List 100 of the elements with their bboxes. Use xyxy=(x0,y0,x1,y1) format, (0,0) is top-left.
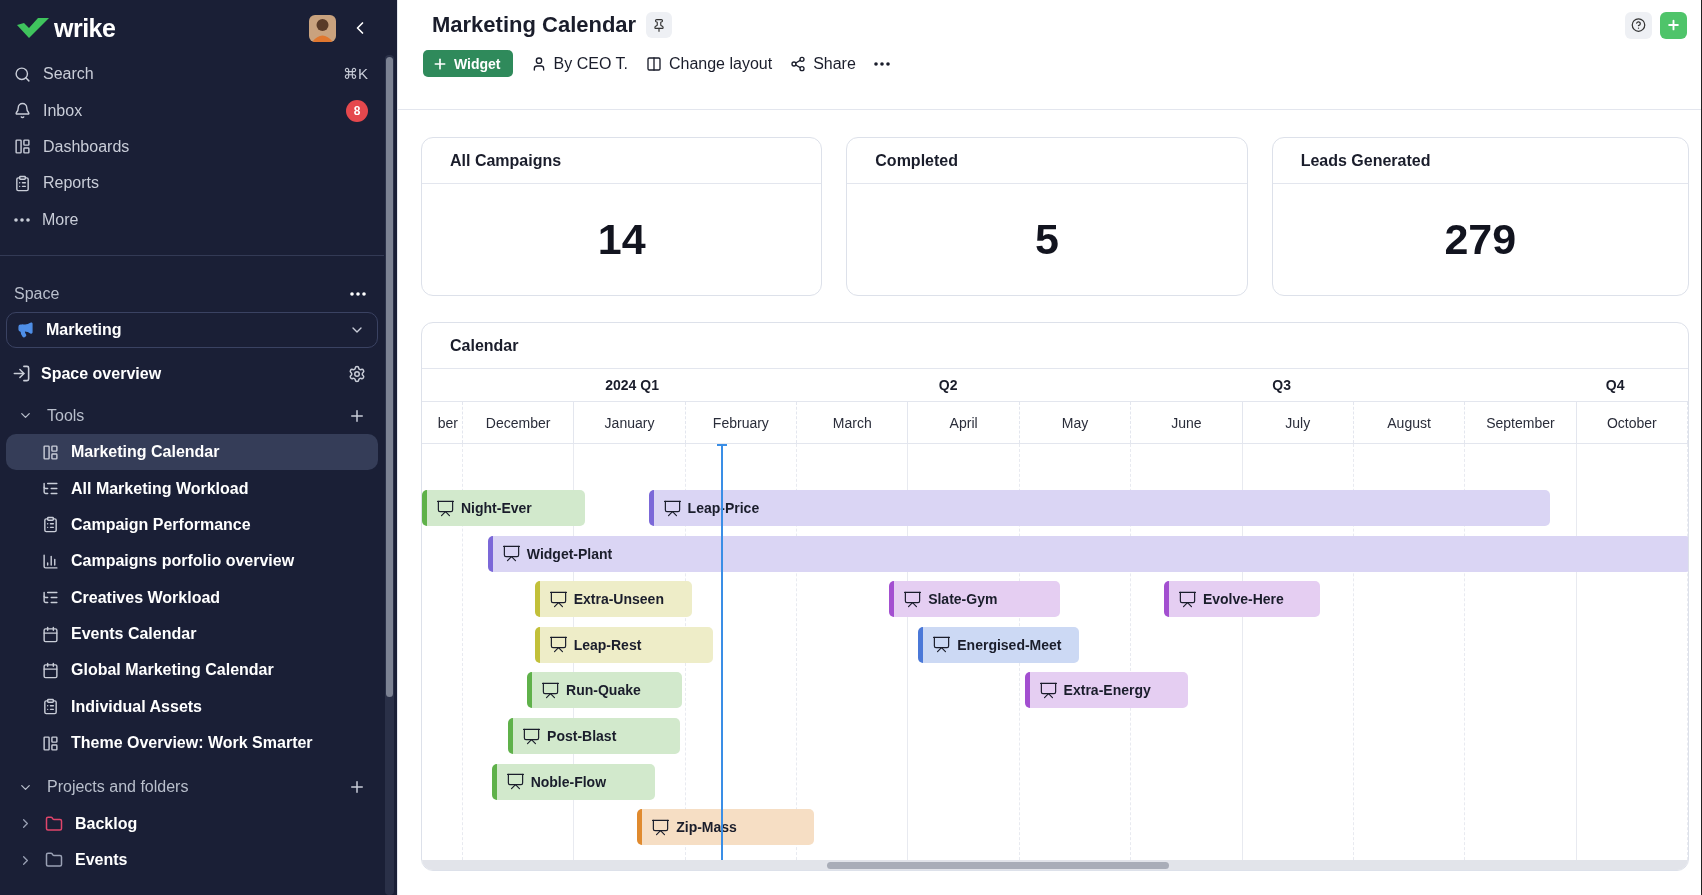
logo-check-icon xyxy=(16,16,50,40)
month-label: March xyxy=(832,414,872,431)
month-label: September xyxy=(1486,414,1555,431)
event-bar[interactable]: Energised-Meet xyxy=(918,626,1080,663)
event-bar[interactable]: Night-Ever xyxy=(422,490,586,526)
dashboard-icon xyxy=(42,734,59,752)
event-bar[interactable]: Slate-Gym xyxy=(889,581,1061,618)
month-label: June xyxy=(1171,414,1202,431)
pin-icon xyxy=(652,17,667,33)
presentation-icon xyxy=(522,726,542,746)
horizontal-scrollbar[interactable] xyxy=(422,860,1688,870)
more-button[interactable] xyxy=(350,291,366,296)
stat-value: 5 xyxy=(1034,214,1060,265)
event-bar[interactable]: Run-Quake xyxy=(527,672,682,709)
vertical-scrollbar[interactable] xyxy=(385,55,394,895)
nav-item[interactable]: Inbox 8 xyxy=(6,92,378,129)
presentation-icon xyxy=(1177,589,1197,609)
presentation-icon xyxy=(548,635,568,655)
share-button[interactable]: Share xyxy=(790,50,856,77)
calendar-icon xyxy=(42,662,59,679)
settings-icon xyxy=(348,364,366,383)
tool-item[interactable]: Individual Assets xyxy=(6,688,378,726)
tool-item[interactable]: Theme Overview: Work Smarter xyxy=(6,725,378,762)
presentation-icon xyxy=(505,772,525,792)
page-title: Marketing Calendar xyxy=(432,12,637,38)
clipboard-icon xyxy=(42,698,59,716)
search-icon xyxy=(14,65,31,83)
tool-item[interactable]: Campaign Performance xyxy=(6,506,378,544)
dashboard-icon xyxy=(14,138,31,156)
card-title: Calendar xyxy=(422,323,1688,369)
month-label: January xyxy=(604,414,655,431)
event-bar[interactable]: Post-Blast xyxy=(508,718,681,754)
avatar[interactable] xyxy=(309,14,336,42)
presentation-icon xyxy=(1038,680,1058,700)
month-label: October xyxy=(1606,414,1657,431)
clipboard-icon xyxy=(14,174,31,192)
event-bar[interactable]: Evolve-Here xyxy=(1163,581,1320,618)
presentation-icon xyxy=(436,498,455,518)
chart-icon xyxy=(42,552,59,570)
more-icon xyxy=(350,291,366,296)
pin-button[interactable] xyxy=(646,12,673,38)
tool-item[interactable]: All Marketing Workload xyxy=(6,470,378,507)
presentation-icon xyxy=(541,680,561,700)
tool-item[interactable]: Campaigns porfolio overview xyxy=(6,543,378,580)
quarter-label: 2024 Q1 xyxy=(605,377,659,393)
nav-item[interactable]: Reports xyxy=(6,165,378,202)
presentation-icon xyxy=(932,635,952,655)
bell-icon xyxy=(14,102,31,120)
event-bar[interactable]: Leap-Rest xyxy=(534,626,714,663)
owner-button[interactable]: By CEO T. xyxy=(530,50,628,77)
more-icon xyxy=(873,61,890,66)
help-icon xyxy=(1631,16,1646,34)
dashboard-icon xyxy=(42,443,59,461)
space-selector[interactable]: Marketing xyxy=(6,311,378,348)
tree-section-header[interactable]: Tools xyxy=(6,397,378,434)
event-bar[interactable]: Extra-Unseen xyxy=(534,581,692,618)
megaphone-icon xyxy=(17,321,34,339)
presentation-icon xyxy=(903,589,923,609)
nav-item[interactable]: More xyxy=(6,201,378,238)
month-label: April xyxy=(949,414,978,431)
nav-item[interactable]: Search ⌘K xyxy=(6,56,378,93)
enter-icon xyxy=(12,364,31,384)
quarter-label: Q2 xyxy=(938,377,958,393)
card-title: Leads Generated xyxy=(1272,138,1688,184)
widget-button[interactable]: Widget xyxy=(423,50,513,77)
presentation-icon xyxy=(662,498,682,518)
nav-item[interactable]: Dashboards xyxy=(6,128,378,166)
tool-item[interactable]: Creatives Workload xyxy=(6,579,378,616)
event-bar[interactable]: Widget-Plant xyxy=(487,535,1688,572)
month-label: ber xyxy=(437,414,458,431)
event-bar[interactable]: Noble-Flow xyxy=(491,763,655,800)
presentation-icon xyxy=(501,544,521,564)
help-button[interactable] xyxy=(1625,11,1652,39)
presentation-icon xyxy=(548,589,568,609)
tool-item[interactable]: Events Calendar xyxy=(6,615,378,653)
clipboard-icon xyxy=(42,516,59,534)
stat-value: 14 xyxy=(596,214,647,265)
calendar-icon xyxy=(42,625,59,643)
tree-section-header[interactable]: Projects and folders xyxy=(6,769,378,806)
count-badge: 8 xyxy=(346,99,368,122)
tool-item[interactable]: Global Marketing Calendar xyxy=(6,652,378,689)
presentation-icon xyxy=(651,817,671,837)
section-heading: Space xyxy=(14,284,60,303)
layout-button[interactable]: Change layout xyxy=(645,50,773,77)
columns-icon xyxy=(645,55,662,72)
month-label: August xyxy=(1387,414,1431,431)
card-title: Completed xyxy=(847,138,1247,184)
month-label: February xyxy=(712,414,769,431)
folder-item[interactable]: Events xyxy=(6,841,378,879)
folder-item[interactable]: Backlog xyxy=(6,805,378,842)
quarter-label: Q4 xyxy=(1605,377,1625,393)
card-title: All Campaigns xyxy=(422,138,822,184)
tool-item[interactable]: Marketing Calendar xyxy=(6,433,378,471)
event-bar[interactable]: Extra-Energy xyxy=(1024,672,1188,709)
stat-value: 279 xyxy=(1443,214,1518,265)
month-label: July xyxy=(1285,414,1311,431)
quarter-label: Q3 xyxy=(1272,377,1291,393)
share-icon xyxy=(790,55,807,72)
space-overview-item[interactable]: Space overview xyxy=(6,351,378,396)
logo-text: wrike xyxy=(54,13,116,43)
